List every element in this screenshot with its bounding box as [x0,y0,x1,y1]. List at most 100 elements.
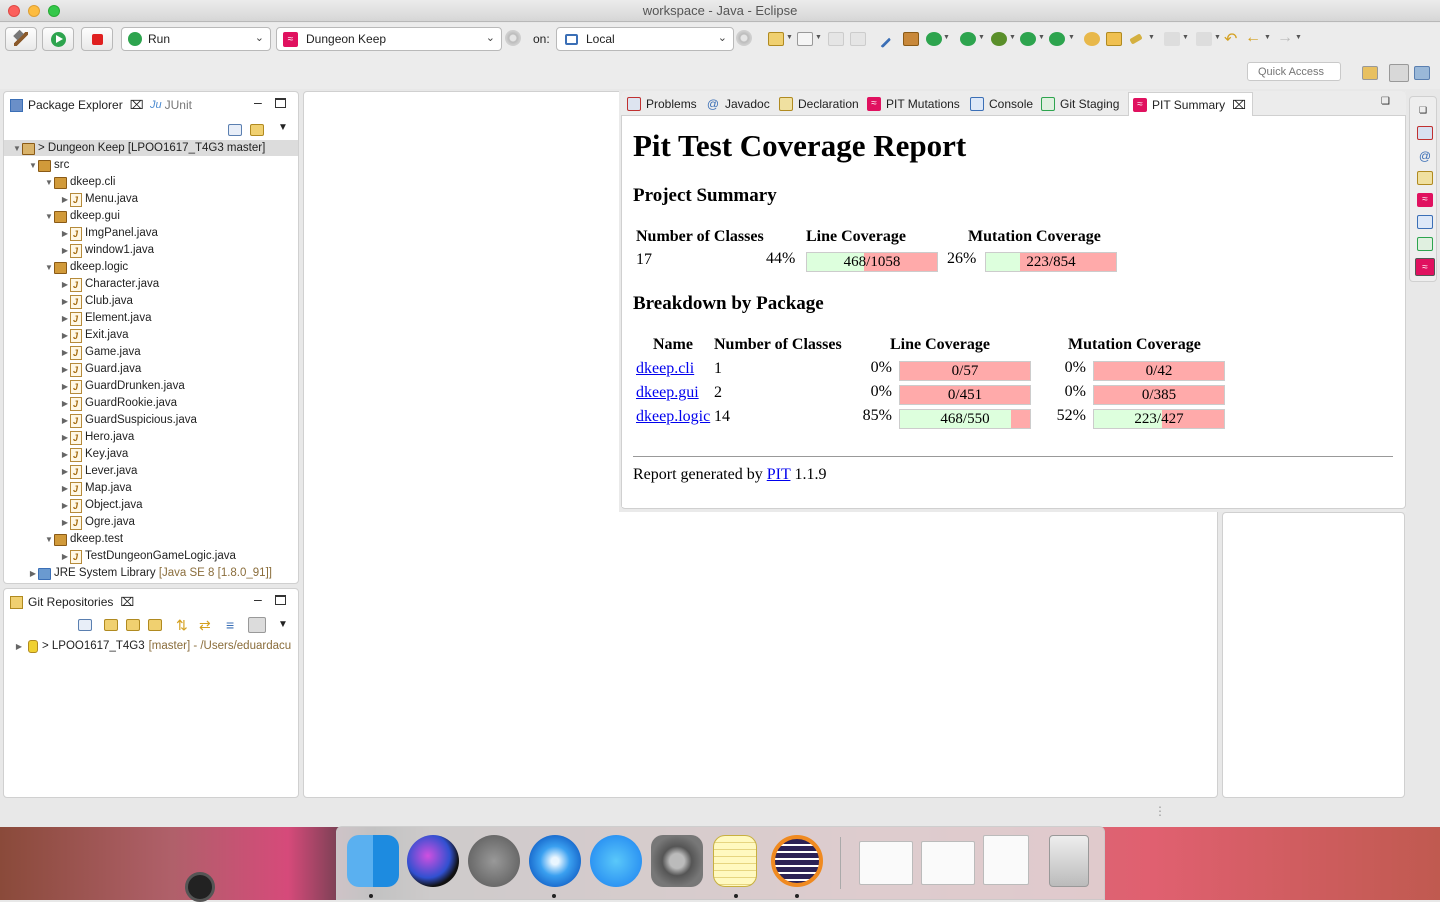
tab-junit[interactable]: Ju JUnit [150,94,192,116]
maximize-icon[interactable] [275,595,286,605]
coverage-icon[interactable] [960,32,976,46]
external-tools-icon[interactable] [1049,32,1065,46]
run-button[interactable] [42,27,74,51]
stop-button[interactable] [81,27,113,51]
package-link[interactable]: dkeep.cli [636,360,694,378]
expand-arrow-icon[interactable]: ▶ [60,344,70,361]
collapse-all-icon[interactable] [228,124,242,136]
quick-access-input[interactable] [1247,62,1341,81]
close-icon[interactable]: ⌧ [120,595,134,609]
document-window-thumbnail[interactable] [983,835,1029,885]
gear-icon[interactable] [505,30,521,46]
tab-package-explorer[interactable]: Package Explorer ⌧ [10,94,144,116]
tree-item-file[interactable]: ▶ Game.java [60,344,141,362]
trash-icon[interactable] [1049,835,1089,887]
next-annotation-icon[interactable] [1164,32,1180,46]
tree-item-package[interactable]: ▼ dkeep.test [44,531,123,548]
tree-item-file[interactable]: ▶ Hero.java [60,429,134,447]
tree-item-file[interactable]: ▶ Element.java [60,310,152,328]
debug-icon[interactable] [991,32,1007,46]
add-repo-icon[interactable] [104,619,118,631]
launch-config-select[interactable]: ≈ Dungeon Keep ⌄ [276,27,502,51]
zoom-window-button[interactable] [48,5,60,17]
tree-item-jre[interactable]: ▶ JRE System Library [Java SE 8 [1.8.0_91… [28,565,272,582]
eclipse-icon[interactable] [771,835,823,887]
expand-arrow-icon[interactable]: ▶ [60,310,70,327]
collapse-arrow-icon[interactable]: ▼ [44,174,54,191]
skip-breakpoints-icon[interactable] [872,29,892,49]
expand-arrow-icon[interactable]: ▶ [28,565,38,582]
tree-item-file[interactable]: ▶ GuardSuspicious.java [60,412,197,430]
new-file-icon[interactable] [797,32,813,46]
tree-item-file[interactable]: ▶ window1.java [60,242,154,260]
tree-item-file[interactable]: ▶ Map.java [60,480,132,498]
tree-item-file[interactable]: ▶ ImgPanel.java [60,225,158,243]
siri-icon[interactable] [407,835,459,887]
tab-git-repositories[interactable]: Git Repositories ⌧ [10,591,134,613]
expand-arrow-icon[interactable]: ▶ [60,497,70,514]
expand-arrow-icon[interactable]: ▶ [60,446,70,463]
collapse-arrow-icon[interactable]: ▼ [28,157,38,174]
expand-arrow-icon[interactable]: ▶ [60,276,70,293]
collapse-arrow-icon[interactable]: ▼ [44,259,54,276]
expand-arrow-icon[interactable]: ▶ [60,191,70,208]
previous-annotation-icon[interactable] [1196,32,1212,46]
close-window-button[interactable] [8,5,20,17]
expand-arrow-icon[interactable]: ▶ [60,480,70,497]
tree-item-package[interactable]: ▼ dkeep.gui [44,208,120,225]
git-staging-icon[interactable] [1417,237,1433,251]
tree-item-src[interactable]: ▼ src [28,157,69,174]
build-button[interactable] [5,27,37,51]
last-edit-icon[interactable]: ↶ [1224,29,1237,49]
close-icon[interactable]: ⌧ [130,98,144,112]
tree-item-file[interactable]: ▶ Character.java [60,276,159,294]
link-with-editor-icon[interactable] [250,124,264,136]
console-icon[interactable] [1417,215,1433,229]
finder-icon[interactable] [347,835,399,887]
pit-summary-icon[interactable]: ≈ [1415,258,1435,276]
open-folder-icon[interactable] [1106,32,1122,46]
java-perspective-icon[interactable] [1389,64,1409,82]
maximize-icon[interactable] [275,98,286,108]
minimize-icon[interactable]: – [254,591,262,607]
minimize-window-button[interactable] [28,5,40,17]
tree-item-file[interactable]: ▶ Exit.java [60,327,129,345]
view-menu-icon[interactable]: ▼ [278,619,288,630]
open-perspective-icon[interactable] [1362,66,1378,80]
expand-arrow-icon[interactable]: ▶ [60,395,70,412]
view-menu-icon[interactable]: ▼ [278,122,288,133]
notes-window-thumbnail[interactable] [921,841,975,885]
status-handle-icon[interactable]: ⋮ [1154,804,1166,818]
tab-javadoc[interactable]: @ Javadoc [706,93,770,115]
notes-icon[interactable] [713,835,757,887]
hierarchical-icon[interactable]: ≡ [226,617,234,633]
tab-declaration[interactable]: Declaration [779,93,859,115]
tree-item-package[interactable]: ▼ dkeep.cli [44,174,115,191]
system-preferences-icon[interactable] [651,835,703,887]
package-icon[interactable] [903,32,919,46]
tree-item-file[interactable]: ▶ Menu.java [60,191,138,209]
launch-mode-select[interactable]: Run ⌄ [121,27,271,51]
problems-icon[interactable] [1417,126,1433,140]
tab-problems[interactable]: Problems [627,93,697,115]
expand-arrow-icon[interactable]: ▶ [60,378,70,395]
debug-perspective-icon[interactable] [1414,66,1430,80]
git-repo-item[interactable]: ▶ > LPOO1617_T4G3 [master] - /Users/edua… [14,638,291,655]
minimize-icon[interactable]: – [254,94,262,110]
expand-arrow-icon[interactable]: ▶ [60,242,70,259]
expand-arrow-icon[interactable]: ▶ [60,514,70,531]
safari-icon[interactable] [529,835,581,887]
back-arrow-icon[interactable]: ← [1245,29,1261,47]
new-class-icon[interactable] [926,32,942,46]
tree-item-file[interactable]: ▶ Ogre.java [60,514,135,532]
expand-arrow-icon[interactable]: ▶ [60,361,70,378]
tree-item-package[interactable]: ▼ dkeep.logic [44,259,128,276]
tab-console[interactable]: Console [970,93,1033,115]
package-link[interactable]: dkeep.logic [636,408,710,426]
pit-mutations-icon[interactable]: ≈ [1417,193,1433,207]
safari-window-thumbnail[interactable] [859,841,913,885]
package-link[interactable]: dkeep.gui [636,384,699,402]
collapse-arrow-icon[interactable]: ▼ [12,140,22,157]
run-icon[interactable] [1020,32,1036,46]
forward-arrow-icon[interactable]: → [1277,29,1293,47]
